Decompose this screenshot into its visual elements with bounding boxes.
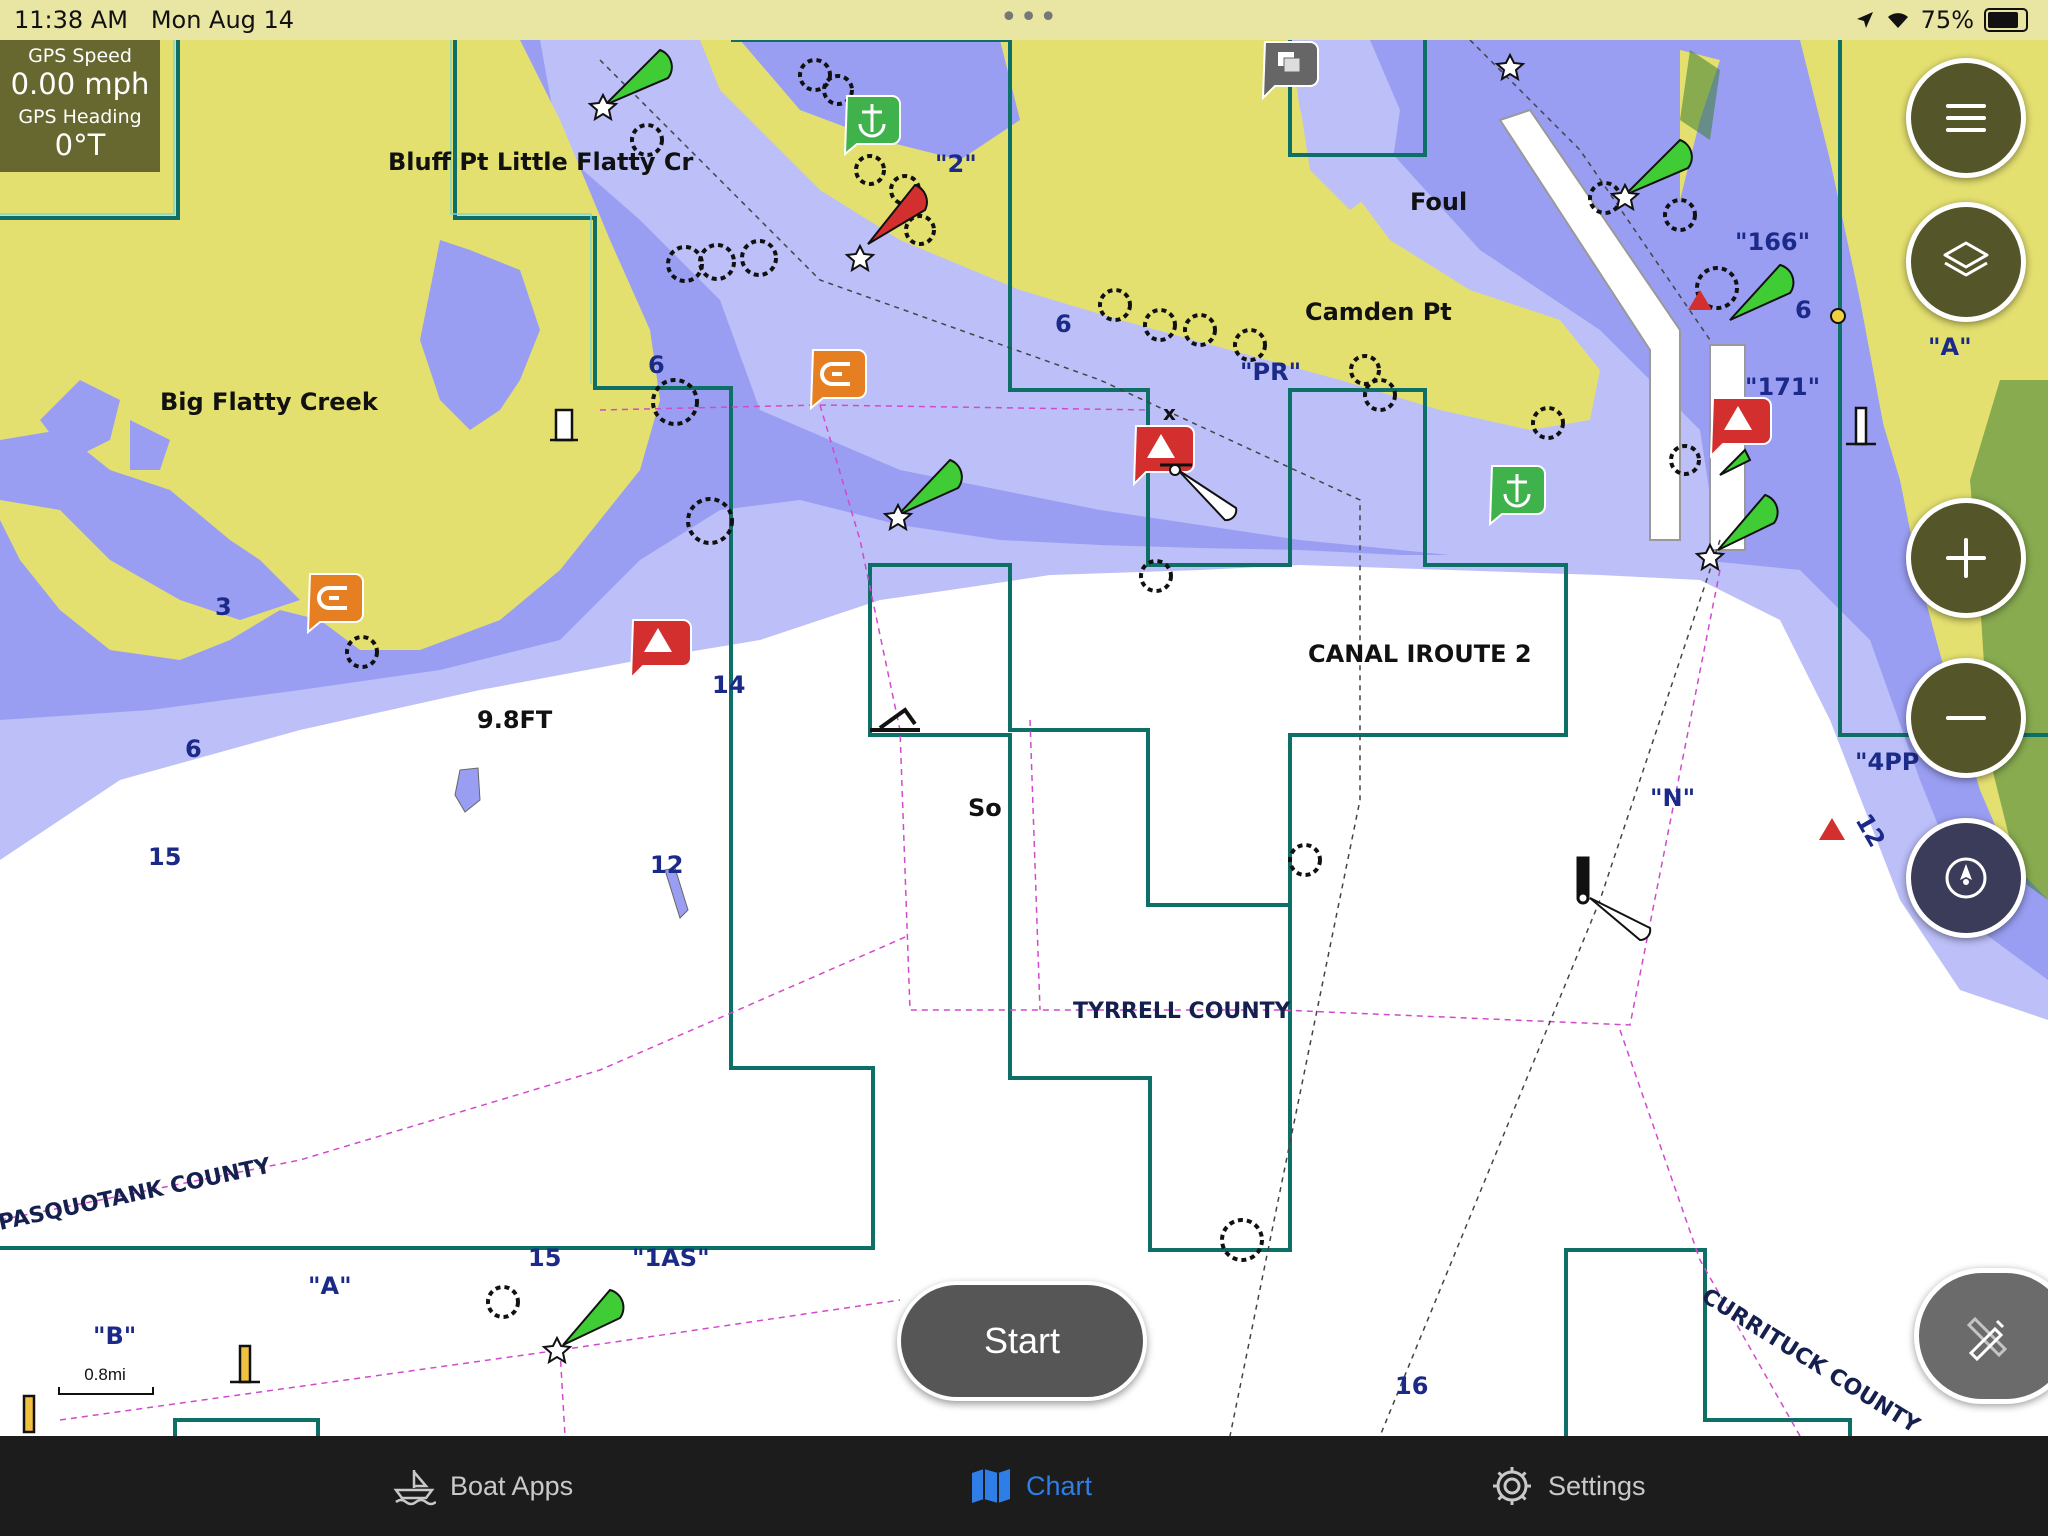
yellow-buoy-icon: [1830, 308, 1846, 324]
sounding: 12: [650, 851, 683, 879]
buoy-label: "A": [1928, 333, 1972, 361]
buoy-label: "A": [308, 1272, 352, 1300]
hamburger-menu-icon: [1946, 104, 1986, 132]
scale-label: 0.8mi: [84, 1365, 126, 1384]
minus-icon: [1946, 716, 1986, 720]
svg-text:x: x: [1163, 401, 1176, 425]
label-tyrrell-county: TYRRELL COUNTY: [1073, 999, 1292, 1024]
nautical-chart[interactable]: Bluff Pt Little Flatty Cr Big Flatty Cre…: [0, 40, 2048, 1436]
sounding: 6: [1055, 310, 1072, 338]
gps-info-panel: GPS Speed 0.00 mph GPS Heading 0°T: [0, 40, 160, 172]
chart-icon: [972, 1469, 1010, 1503]
buoy-label: "1AS": [632, 1244, 710, 1272]
tab-chart[interactable]: Chart: [970, 1436, 1092, 1536]
tab-boat-apps-label: Boat Apps: [450, 1470, 574, 1501]
location-arrow-icon: [1856, 12, 1873, 28]
pencil-ruler-icon: [1966, 1316, 2008, 1361]
start-button[interactable]: Start: [897, 1281, 1147, 1401]
buoy-label: "171": [1745, 373, 1820, 401]
gps-heading-label: GPS Heading: [18, 106, 142, 128]
buoy-label: "2": [935, 150, 977, 178]
sounding: 16: [1395, 1372, 1428, 1400]
buoy-label: "PR": [1240, 358, 1301, 386]
buoy-label: "N": [1650, 784, 1695, 812]
tab-settings[interactable]: Settings: [1490, 1436, 1646, 1536]
tab-chart-label: Chart: [1026, 1470, 1093, 1501]
sounding: 6: [1795, 296, 1812, 324]
buoy-label: "B": [93, 1322, 136, 1350]
label-big-flatty-creek: Big Flatty Creek: [160, 388, 379, 416]
sounding: 3: [215, 593, 232, 621]
label-bluff-pt: Bluff Pt Little Flatty Cr: [388, 148, 694, 176]
tab-settings-label: Settings: [1548, 1470, 1646, 1501]
gear-icon: [1493, 1467, 1531, 1505]
sounding: 14: [712, 671, 745, 699]
zoom-out-button[interactable]: [1906, 658, 2026, 778]
plus-icon: [1946, 538, 1986, 578]
menu-button[interactable]: [1906, 58, 2026, 178]
sounding: 15: [528, 1244, 561, 1272]
layers-button[interactable]: [1906, 202, 2026, 322]
status-time: 11:38 AM: [14, 6, 128, 34]
label-so: So: [968, 794, 1002, 822]
orientation-button[interactable]: [1906, 818, 2026, 938]
wifi-icon: [1887, 13, 1908, 28]
sounding: 15: [148, 843, 181, 871]
status-date: Mon Aug 14: [150, 6, 295, 34]
compass-icon: [1945, 857, 1987, 899]
label-depth-9-8ft: 9.8FT: [477, 706, 553, 734]
boat-icon: [393, 1470, 436, 1506]
layers-icon: [1943, 241, 1989, 277]
label-camden-pt: Camden Pt: [1305, 298, 1452, 326]
battery-icon: [1984, 8, 2028, 32]
multitask-dots-icon[interactable]: •••: [1000, 0, 1059, 35]
sounding: 6: [185, 735, 202, 763]
buoy-icon: [1576, 856, 1590, 905]
edit-route-button[interactable]: [1914, 1268, 2048, 1404]
bottom-tab-bar: Boat Apps Chart Settings: [0, 1436, 2048, 1536]
gps-speed-value: 0.00 mph: [10, 67, 150, 101]
zoom-in-button[interactable]: [1906, 498, 2026, 618]
status-bar: 11:38 AM Mon Aug 14 ••• 75%: [0, 0, 2048, 40]
gps-speed-label: GPS Speed: [28, 45, 132, 67]
label-canal-iroute: CANAL IROUTE 2: [1308, 640, 1532, 668]
label-foul: Foul: [1410, 188, 1467, 216]
tab-boat-apps[interactable]: Boat Apps: [392, 1436, 573, 1536]
buoy-label: "166": [1735, 228, 1810, 256]
map-scale: 0.8mi: [58, 1365, 154, 1395]
buoy-icon: [22, 1394, 36, 1434]
sounding: 6: [648, 351, 665, 379]
gps-heading-value: 0°T: [54, 128, 106, 162]
battery-percent: 75%: [1920, 6, 1974, 34]
